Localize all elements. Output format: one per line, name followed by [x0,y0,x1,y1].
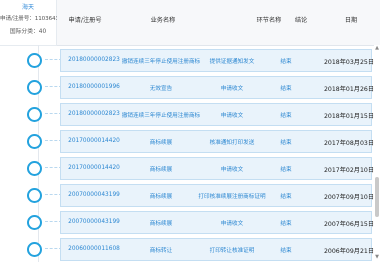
timeline-node-icon [27,80,42,95]
flow-business: 撤销连续三年停止使用注册商标 [121,59,201,65]
flow-result: 结束 [280,221,292,227]
flow-date: 2018年01月15日 [323,113,375,120]
flow-reg-link[interactable]: 20060000011608 [68,246,120,252]
header-business: 业务名称 [150,17,176,24]
flow-business: 商标续展 [149,167,173,173]
flow-step: 打印核准续展注册商标证明 [198,194,266,200]
flow-card[interactable]: 20060000011608 商标转让 打印转让核准证明 结束 2006年09月… [60,238,375,261]
flow-business: 无效宣告 [149,86,173,92]
flow-reg-link[interactable]: 20070000043199 [68,219,120,225]
trademark-info-panel: 海天 申请/注册号：1103643 国际分类：40 [0,0,59,46]
flow-row: 20170000014420 商标续展 核准通知打印发送 结束 2017年08月… [0,130,380,153]
table-header: 申请/注册号 业务名称 环节名称 结论 日期 [57,0,380,46]
timeline-node-icon [27,188,42,203]
flow-step: 申请收文 [220,167,244,173]
flow-reg-link[interactable]: 20180000002823 [68,57,120,63]
scrollbar-track[interactable] [374,45,380,262]
flow-row: 20070000043199 商标续展 申请收文 结束 2007年06月15日 [0,211,380,234]
flow-step: 申请收文 [220,221,244,227]
flow-business: 商标续展 [149,194,173,200]
flow-result: 结束 [280,248,292,254]
flow-result: 结束 [280,167,292,173]
trademark-name[interactable]: 海天 [0,2,56,11]
flow-reg-link[interactable]: 20170000014420 [68,165,120,171]
flow-step: 申请收文 [220,86,244,92]
flow-result: 结束 [280,194,292,200]
flow-card[interactable]: 20170000014420 商标续展 申请收文 结束 2017年02月10日 [60,157,375,180]
flow-business: 商标续展 [149,140,173,146]
flow-row: 20180000002823 撤销连续三年停止使用注册商标 提供证据通知发文 结… [0,49,380,72]
flow-business: 商标转让 [149,248,173,254]
timeline-node-icon [27,215,42,230]
international-class: 国际分类：40 [9,29,47,35]
flow-result: 结束 [280,59,292,65]
flow-result: 结束 [280,113,292,119]
flow-row: 20180000001996 无效宣告 申请收文 结束 2018年01月26日 [0,76,380,99]
header-reg: 申请/注册号 [68,17,102,24]
timeline-node-icon [27,107,42,122]
flow-step: 申请收文 [220,113,244,119]
flow-step: 核准通知打印发送 [209,140,255,146]
flow-date: 2017年08月03日 [323,140,375,147]
scroll-down-icon[interactable]: ▼ [374,253,380,261]
scroll-up-icon[interactable]: ▲ [374,44,380,52]
flow-row: 20070000043199 商标续展 打印核准续展注册商标证明 结束 2007… [0,184,380,207]
flow-card[interactable]: 20070000043199 商标续展 申请收文 结束 2007年06月15日 [60,211,375,234]
flow-row: 20170000014420 商标续展 申请收文 结束 2017年02月10日 [0,157,380,180]
header-step: 环节名称 [256,17,282,24]
timeline-node-icon [27,134,42,149]
flow-step: 打印转让核准证明 [209,248,255,254]
flow-card[interactable]: 20180000002823 撤销连续三年停止使用注册商标 提供证据通知发文 结… [60,49,375,72]
scrollbar-thumb[interactable] [375,177,379,217]
timeline-node-icon [27,161,42,176]
flow-date: 2007年09月10日 [323,194,375,201]
timeline-node-icon [27,53,42,68]
header-result: 结论 [294,17,308,24]
flow-result: 结束 [280,140,292,146]
flow-reg-link[interactable]: 20180000002823 [68,111,120,117]
flow-business: 商标续展 [149,221,173,227]
flow-card[interactable]: 20180000002823 撤销连续三年停止使用注册商标 申请收文 结束 20… [60,103,375,126]
flow-date: 2017年02月10日 [323,167,375,174]
flow-date: 2006年09月21日 [323,248,375,255]
flow-reg-link[interactable]: 20170000014420 [68,138,120,144]
flow-reg-link[interactable]: 20070000043199 [68,192,120,198]
flow-date: 2007年06月15日 [323,221,375,228]
flow-result: 结束 [280,86,292,92]
header-date: 日期 [344,17,358,24]
timeline-node-icon [27,242,42,257]
flow-card[interactable]: 20070000043199 商标续展 打印核准续展注册商标证明 结束 2007… [60,184,375,207]
flow-card[interactable]: 20170000014420 商标续展 核准通知打印发送 结束 2017年08月… [60,130,375,153]
flow-business: 撤销连续三年停止使用注册商标 [121,113,201,119]
flow-reg-link[interactable]: 20180000001996 [68,84,120,90]
registration-number: 申请/注册号：1103643 [0,16,59,22]
flow-row: 20060000011608 商标转让 打印转让核准证明 结束 2006年09月… [0,238,380,261]
flow-card[interactable]: 20180000001996 无效宣告 申请收文 结束 2018年01月26日 [60,76,375,99]
flow-date: 2018年01月26日 [323,86,375,93]
flow-step: 提供证据通知发文 [209,59,255,65]
flow-row: 20180000002823 撤销连续三年停止使用注册商标 申请收文 结束 20… [0,103,380,126]
trademark-flow-page: 海天 申请/注册号：1103643 国际分类：40 申请/注册号 业务名称 环节… [0,0,380,262]
flow-date: 2018年03月25日 [323,59,375,66]
